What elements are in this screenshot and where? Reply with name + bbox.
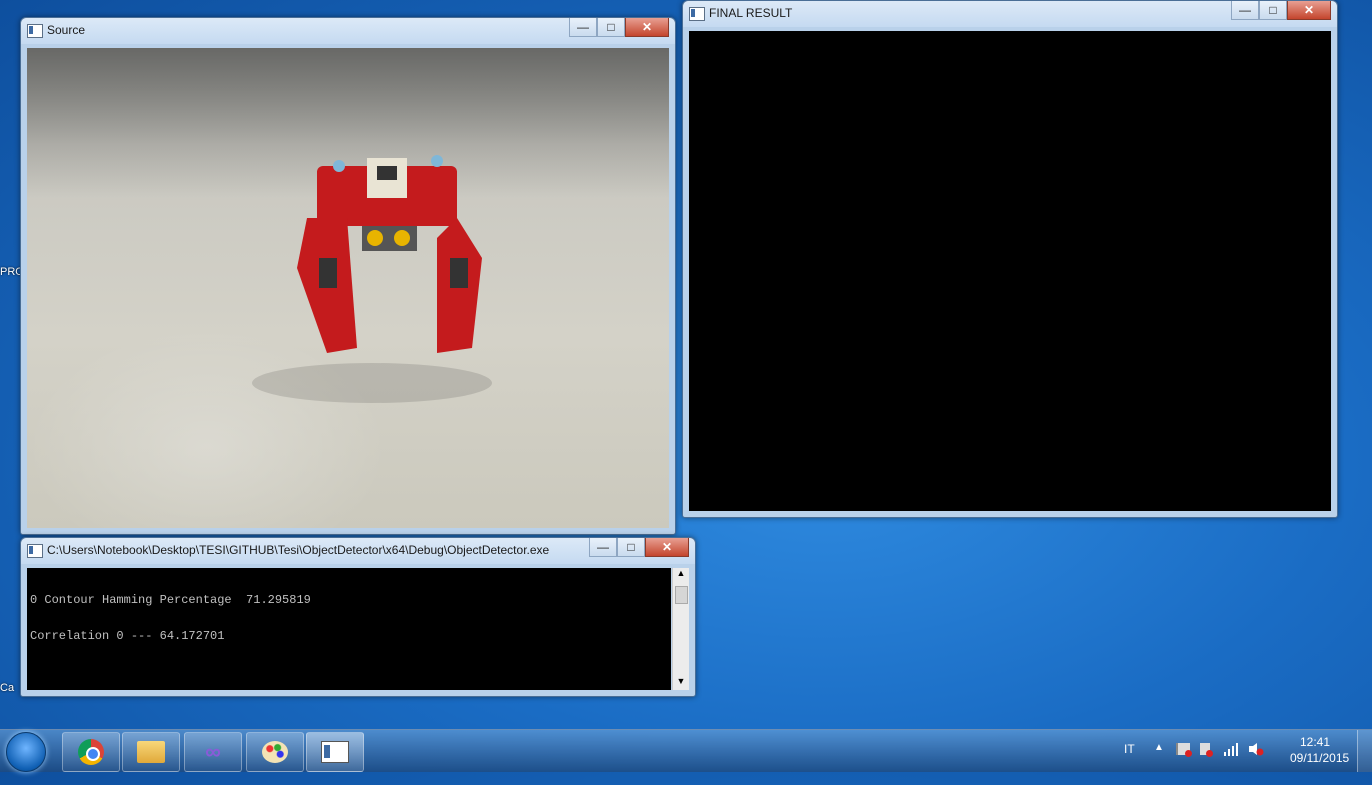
action-center-flag-icon[interactable] (1176, 743, 1192, 785)
robot-image (252, 155, 492, 403)
scroll-up-arrow-icon[interactable]: ▲ (673, 568, 689, 582)
source-window[interactable]: Source — □ ✕ (20, 17, 676, 535)
console-scrollbar[interactable]: ▲ ▼ (672, 568, 689, 690)
minimize-button[interactable]: — (589, 538, 617, 557)
source-titlebar[interactable]: Source — □ ✕ (21, 18, 675, 44)
scroll-down-arrow-icon[interactable]: ▼ (673, 676, 689, 690)
clock-date: 09/11/2015 (1290, 751, 1350, 765)
volume-muted-icon[interactable] (1248, 742, 1264, 784)
console-window-icon (321, 741, 349, 763)
clock-time: 12:41 (1299, 735, 1331, 749)
result-titlebar[interactable]: FINAL RESULT — □ ✕ (683, 1, 1337, 27)
console-titlebar[interactable]: C:\Users\Notebook\Desktop\TESI\GITHUB\Te… (21, 538, 695, 564)
scroll-thumb[interactable] (675, 586, 688, 604)
close-button[interactable]: ✕ (645, 538, 689, 557)
chrome-icon (78, 739, 104, 765)
paint-palette-icon (262, 741, 288, 763)
console-output[interactable]: 0 Contour Hamming Percentage 71.295819 C… (27, 568, 671, 690)
close-button[interactable]: ✕ (1287, 1, 1331, 20)
window-title: Source (47, 23, 86, 37)
power-icon[interactable] (1200, 743, 1213, 785)
result-window[interactable]: FINAL RESULT — □ ✕ (682, 0, 1338, 518)
show-hidden-icons-icon[interactable]: ▲ (1154, 742, 1164, 784)
folder-icon (137, 741, 165, 763)
language-indicator[interactable]: IT (1124, 742, 1135, 784)
taskbar: ∞ IT ▲ 12:41 09/11/2015 (0, 729, 1372, 772)
console-line: 0 Contour Hamming Percentage 71.295819 (30, 593, 311, 607)
visual-studio-icon: ∞ (205, 739, 221, 764)
minimize-button[interactable]: — (1231, 1, 1259, 20)
taskbar-visual-studio-button[interactable]: ∞ (184, 732, 242, 772)
result-frame (689, 31, 1331, 511)
taskbar-paint-button[interactable] (246, 732, 304, 772)
maximize-button[interactable]: □ (617, 538, 645, 557)
console-window[interactable]: C:\Users\Notebook\Desktop\TESI\GITHUB\Te… (20, 537, 696, 697)
taskbar-console-button[interactable] (306, 732, 364, 772)
window-app-icon (27, 24, 43, 38)
maximize-button[interactable]: □ (597, 18, 625, 37)
maximize-button[interactable]: □ (1259, 1, 1287, 20)
window-app-icon (27, 544, 43, 558)
taskbar-chrome-button[interactable] (62, 732, 120, 772)
console-line: Correlation 0 --- 64.172701 (30, 629, 225, 643)
network-signal-icon[interactable] (1224, 742, 1238, 784)
window-title: C:\Users\Notebook\Desktop\TESI\GITHUB\Te… (47, 543, 550, 557)
start-button[interactable] (6, 732, 46, 772)
source-video-frame (27, 48, 669, 528)
close-button[interactable]: ✕ (625, 18, 669, 37)
desktop-icon-label: Ca (0, 682, 15, 694)
taskbar-explorer-button[interactable] (122, 732, 180, 772)
show-desktop-button[interactable] (1357, 730, 1372, 772)
clock[interactable]: 12:41 09/11/2015 (1290, 734, 1350, 776)
window-title: FINAL RESULT (709, 6, 793, 20)
window-app-icon (689, 7, 705, 21)
minimize-button[interactable]: — (569, 18, 597, 37)
